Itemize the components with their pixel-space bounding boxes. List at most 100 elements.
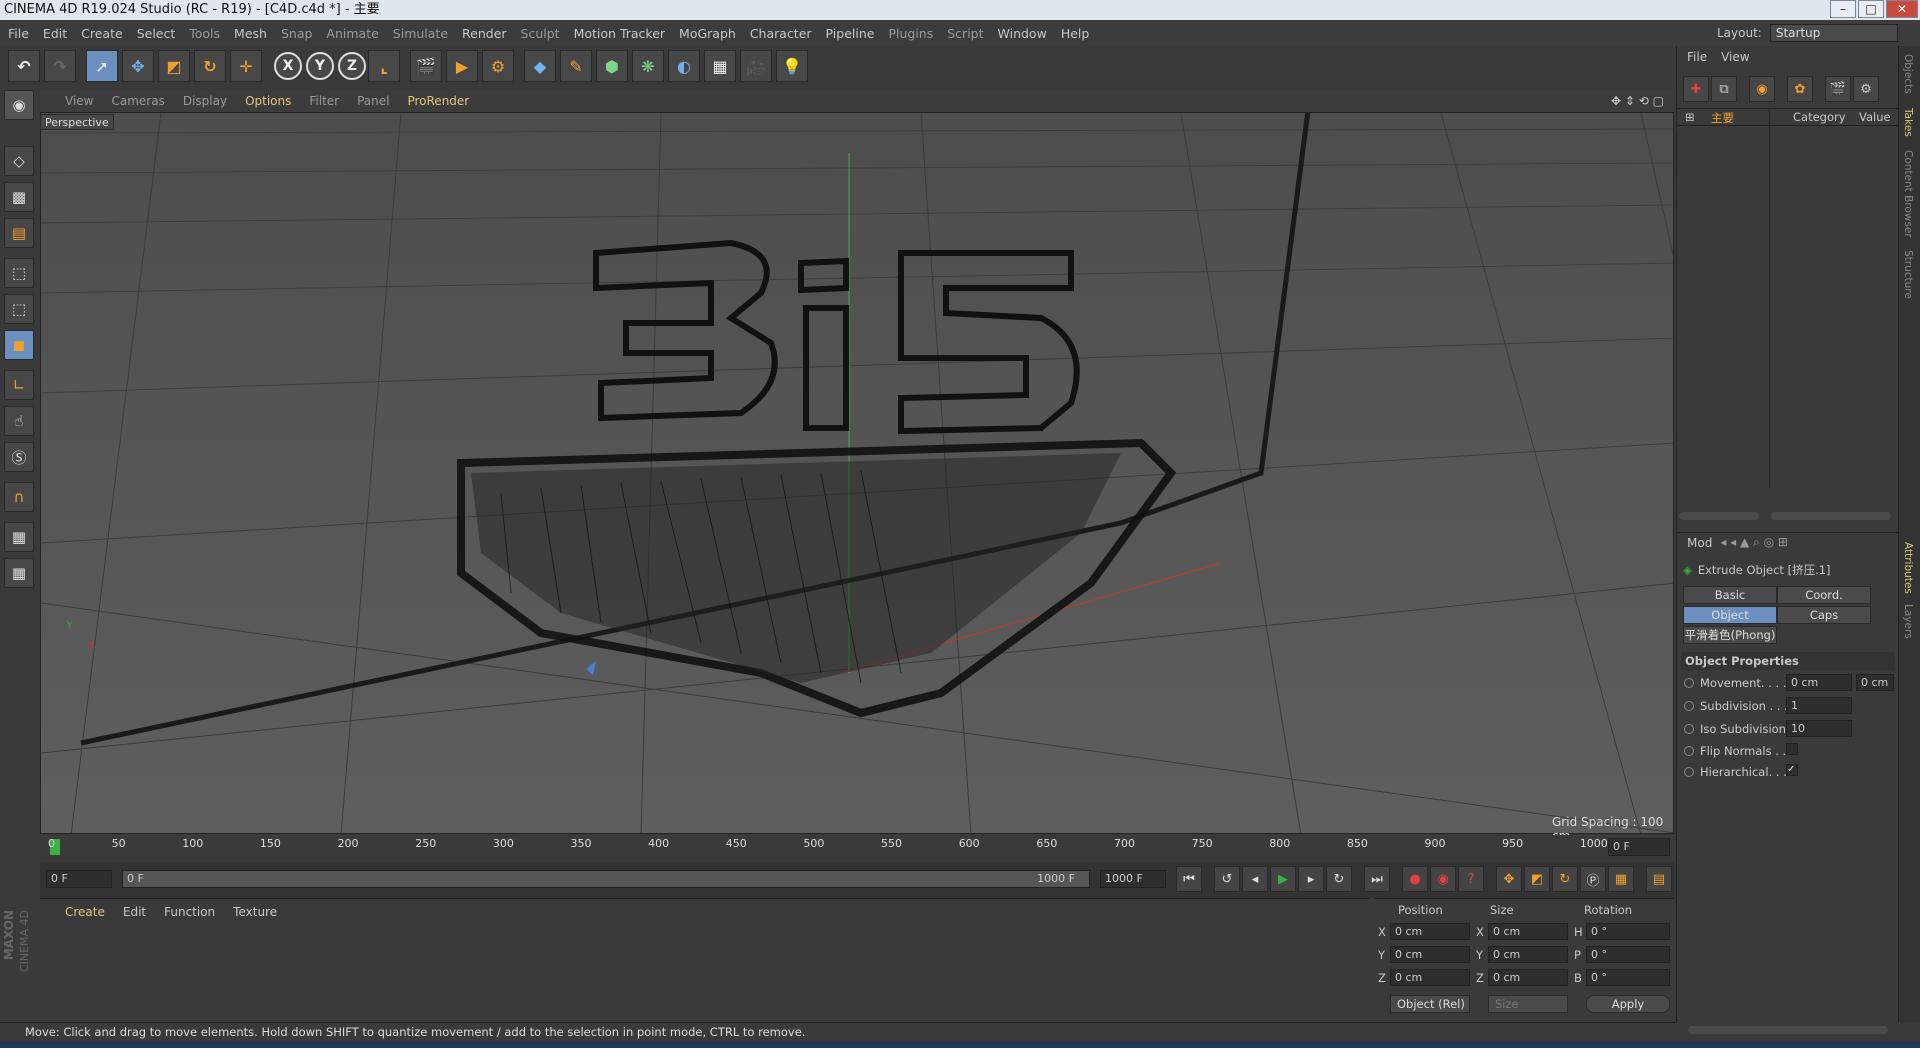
rot-b-field[interactable]: 0 ° [1586, 969, 1670, 986]
viewport-nav-icons[interactable]: ✥ ⇕ ⟲ ▢ [1611, 94, 1664, 108]
close-button[interactable]: ✕ [1886, 0, 1918, 18]
maximize-button[interactable]: □ [1858, 0, 1884, 18]
attr-nav-icons[interactable]: ◂ ◂ ▲ ⌕ ◎ ⊞ [1720, 535, 1788, 550]
iso-subdivision-field[interactable]: 10 [1786, 720, 1852, 737]
live-selection-icon[interactable]: ➚ [86, 50, 118, 82]
side-tab-takes[interactable]: Takes [1902, 108, 1914, 137]
size-z-field[interactable]: 0 cm [1488, 969, 1568, 986]
tab-caps[interactable]: Caps [1777, 606, 1871, 624]
side-tab-objects[interactable]: Objects [1902, 54, 1914, 94]
tweak-mode-icon[interactable]: ☝ [4, 406, 34, 436]
side-tab-attributes[interactable]: Attributes [1902, 542, 1914, 594]
next-key-icon[interactable]: ↻ [1326, 866, 1352, 892]
menu-character[interactable]: Character [750, 26, 812, 41]
workplane-mode-icon[interactable]: ▤ [4, 218, 34, 248]
key-parameter-icon[interactable]: Ⓟ [1580, 866, 1606, 892]
subdivision-field[interactable]: 1 [1786, 697, 1852, 714]
menu-animate[interactable]: Animate [326, 26, 378, 41]
tab-basic[interactable]: Basic [1683, 586, 1777, 604]
cloner-icon[interactable]: ❋ [632, 50, 664, 82]
menu-mesh[interactable]: Mesh [234, 26, 267, 41]
camera-icon[interactable]: 🎥 [740, 50, 772, 82]
play-icon[interactable]: ▶ [1270, 866, 1296, 892]
attributes-mode-menu[interactable]: Mod [1687, 536, 1712, 550]
menu-mograph[interactable]: MoGraph [679, 26, 736, 41]
tab-phong[interactable]: 平滑着色(Phong) [1683, 626, 1777, 644]
texture-mode-icon[interactable]: ▩ [4, 182, 34, 212]
go-to-start-icon[interactable]: ⏮ [1176, 866, 1202, 892]
floor-icon[interactable]: ▦ [704, 50, 736, 82]
takes-hscroll-right[interactable] [1771, 512, 1891, 520]
menu-motion-tracker[interactable]: Motion Tracker [574, 26, 665, 41]
flip-normals-checkbox[interactable] [1786, 743, 1798, 755]
takes-menu-file[interactable]: File [1687, 50, 1707, 64]
move-tool-icon[interactable]: ✥ [122, 50, 154, 82]
scale-tool-icon[interactable]: ◩ [158, 50, 190, 82]
go-to-end-icon[interactable]: ⏭ [1364, 866, 1390, 892]
takes-hscroll-left[interactable] [1679, 512, 1759, 520]
record-keys-icon[interactable]: ● [1402, 866, 1428, 892]
pen-spline-icon[interactable]: ✎ [560, 50, 592, 82]
vp-menu-cameras[interactable]: Cameras [111, 94, 164, 108]
side-tab-structure[interactable]: Structure [1902, 250, 1914, 299]
key-rotation-icon[interactable]: ↻ [1552, 866, 1578, 892]
y-axis-lock-icon[interactable]: Y [306, 52, 334, 80]
rot-p-field[interactable]: 0 ° [1586, 946, 1670, 963]
menu-window[interactable]: Window [998, 26, 1047, 41]
subdivision-surface-icon[interactable]: ⬢ [596, 50, 628, 82]
start-frame-field[interactable]: 0 F [46, 870, 112, 888]
timeline-ruler[interactable]: 0 50 100 150 200 250 300 350 400 450 500… [40, 835, 1674, 859]
animate-radio[interactable] [1684, 767, 1694, 777]
camera-label[interactable]: Perspective [40, 114, 114, 130]
take-new-icon[interactable]: ✚ [1683, 76, 1709, 102]
keyframe-selection-icon[interactable]: ? [1458, 866, 1484, 892]
main-take[interactable]: 主要 [1711, 110, 1734, 126]
deformer-icon[interactable]: ◐ [668, 50, 700, 82]
mat-menu-create[interactable]: Create [65, 905, 105, 919]
movement-field[interactable]: 0 cm [1786, 674, 1852, 691]
menu-plugins[interactable]: Plugins [888, 26, 933, 41]
enable-axis-icon[interactable]: ∟ [4, 370, 34, 400]
vp-menu-display[interactable]: Display [183, 94, 227, 108]
side-tab-layers[interactable]: Layers [1902, 604, 1914, 639]
render-settings-icon[interactable]: ⚙ [482, 50, 514, 82]
timeline-window-icon[interactable]: ▤ [1646, 866, 1672, 892]
menu-script[interactable]: Script [947, 26, 983, 41]
edges-mode-icon[interactable]: ⬚ [4, 294, 34, 324]
size-x-field[interactable]: 0 cm [1488, 923, 1568, 940]
frame-range-slider[interactable]: 0 F 1000 F [122, 870, 1090, 888]
animate-radio[interactable] [1684, 746, 1694, 756]
minimize-button[interactable]: – [1830, 0, 1856, 18]
side-tab-content-browser[interactable]: Content Browser [1902, 150, 1914, 238]
menu-tools[interactable]: Tools [189, 26, 220, 41]
movement-field-2[interactable]: 0 cm [1856, 674, 1894, 691]
mat-menu-function[interactable]: Function [164, 905, 215, 919]
x-axis-lock-icon[interactable]: X [274, 52, 302, 80]
transform-tool-icon[interactable]: ✛ [230, 50, 262, 82]
key-pla-icon[interactable]: ▦ [1608, 866, 1634, 892]
key-position-icon[interactable]: ✥ [1496, 866, 1522, 892]
tab-object[interactable]: Object [1683, 606, 1777, 624]
vp-menu-panel[interactable]: Panel [357, 94, 389, 108]
prev-frame-icon[interactable]: ◂ [1242, 866, 1268, 892]
take-clone-icon[interactable]: ⧉ [1711, 76, 1737, 102]
menu-sculpt[interactable]: Sculpt [521, 26, 560, 41]
polygons-mode-icon[interactable]: ◼ [4, 330, 34, 360]
size-mode-dropdown[interactable]: Size [1488, 995, 1568, 1013]
coordinate-system-icon[interactable]: ⌞ [368, 50, 400, 82]
animate-radio[interactable] [1684, 701, 1694, 711]
next-frame-icon[interactable]: ▸ [1298, 866, 1324, 892]
z-axis-lock-icon[interactable]: Z [338, 52, 366, 80]
solo-mode-icon[interactable]: Ⓢ [4, 442, 34, 472]
menu-help[interactable]: Help [1061, 26, 1090, 41]
size-y-field[interactable]: 0 cm [1488, 946, 1568, 963]
model-mode-icon[interactable]: ◇ [4, 146, 34, 176]
key-scale-icon[interactable]: ◩ [1524, 866, 1550, 892]
menu-edit[interactable]: Edit [43, 26, 67, 41]
vp-menu-filter[interactable]: Filter [309, 94, 339, 108]
menu-file[interactable]: File [8, 26, 29, 41]
apply-button[interactable]: Apply [1586, 995, 1670, 1013]
animate-radio[interactable] [1684, 678, 1694, 688]
make-editable-icon[interactable]: ◉ [4, 90, 34, 120]
rotate-tool-icon[interactable]: ↻ [194, 50, 226, 82]
